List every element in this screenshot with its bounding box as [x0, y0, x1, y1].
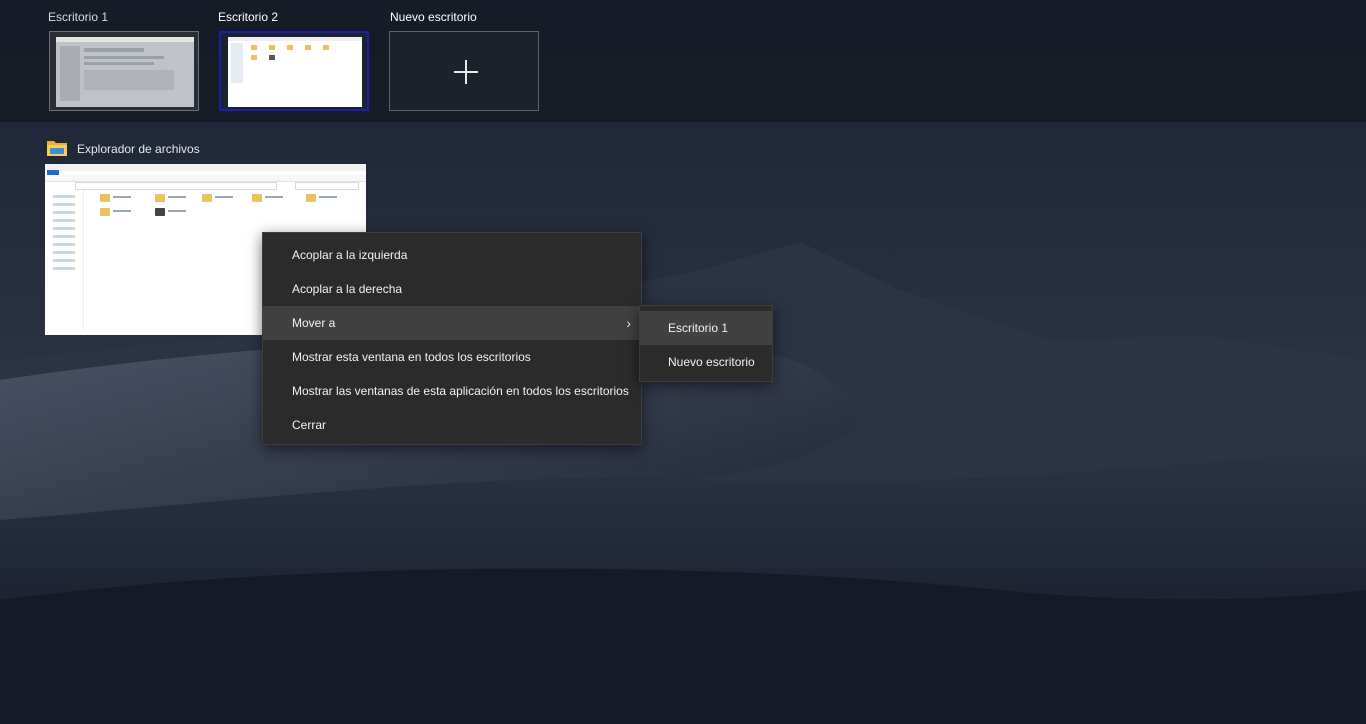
desktop-1-label: Escritorio 1 [48, 10, 109, 24]
folder-thumb [100, 208, 110, 216]
navigation-pane [45, 190, 84, 330]
move-to-submenu: Escritorio 1 Nuevo escritorio [639, 305, 773, 382]
desktop-2-preview [221, 33, 367, 109]
plus-icon [454, 60, 478, 84]
window-ribbon [45, 175, 366, 182]
folder-grid [90, 188, 360, 238]
folder-thumb-label [168, 196, 186, 198]
context-menu: Acoplar a la izquierda Acoplar a la dere… [262, 232, 642, 445]
desktop-2-thumbnail[interactable] [219, 31, 369, 111]
desktop-1-preview [56, 37, 194, 107]
submenu-item-desktop-1[interactable]: Escritorio 1 [640, 311, 772, 345]
desktop-2-label: Escritorio 2 [218, 10, 279, 24]
menu-item-show-app-windows-all-desktops[interactable]: Mostrar las ventanas de esta aplicación … [263, 374, 641, 408]
menu-item-snap-right[interactable]: Acoplar a la derecha [263, 272, 641, 306]
app-title: Explorador de archivos [77, 142, 200, 156]
folder-thumb-label [215, 196, 233, 198]
new-desktop-label: Nuevo escritorio [390, 10, 477, 24]
chevron-right-icon: › [626, 315, 631, 331]
window-titlebar [45, 164, 366, 171]
menu-item-move-to[interactable]: Mover a › [263, 306, 641, 340]
folder-thumb-label [113, 196, 131, 198]
new-desktop-button[interactable] [389, 31, 539, 111]
folder-thumb [306, 194, 316, 202]
folder-thumb [252, 194, 262, 202]
folder-thumb-label [319, 196, 337, 198]
desktop-1-thumbnail[interactable] [49, 31, 199, 111]
folder-thumb-label [265, 196, 283, 198]
folder-thumb [202, 194, 212, 202]
menu-item-snap-left[interactable]: Acoplar a la izquierda [263, 238, 641, 272]
menu-item-move-to-label: Mover a [292, 316, 336, 330]
folder-thumb-label [113, 210, 131, 212]
folder-thumb [155, 194, 165, 202]
menu-item-close[interactable]: Cerrar [263, 408, 641, 442]
submenu-item-new-desktop[interactable]: Nuevo escritorio [640, 345, 772, 379]
menu-item-show-window-all-desktops[interactable]: Mostrar esta ventana en todos los escrit… [263, 340, 641, 374]
folder-thumb [155, 208, 165, 216]
virtual-desktops-bar: Escritorio 1 Escritorio 2 Nuevo escritor… [0, 0, 1366, 122]
folder-thumb-label [168, 210, 186, 212]
folder-thumb [100, 194, 110, 202]
folder-icon [47, 141, 67, 156]
